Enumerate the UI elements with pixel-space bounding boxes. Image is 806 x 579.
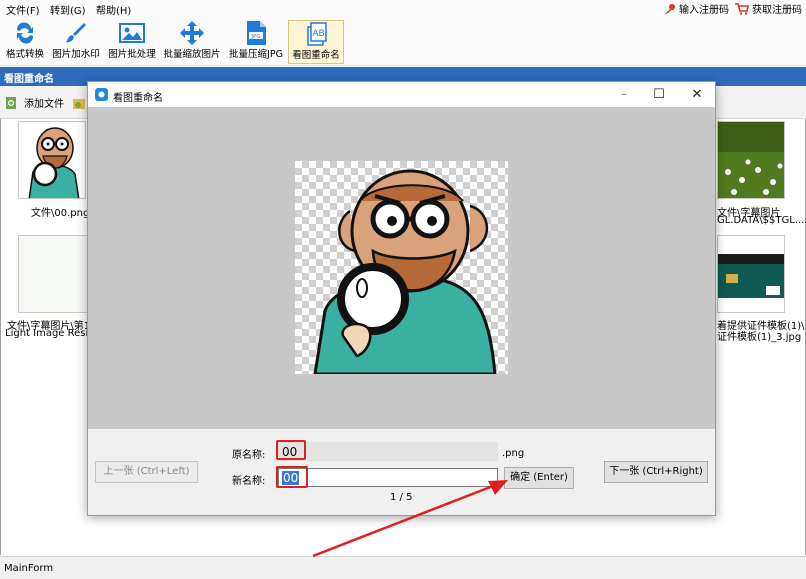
annotation-arrow: [312, 480, 508, 558]
